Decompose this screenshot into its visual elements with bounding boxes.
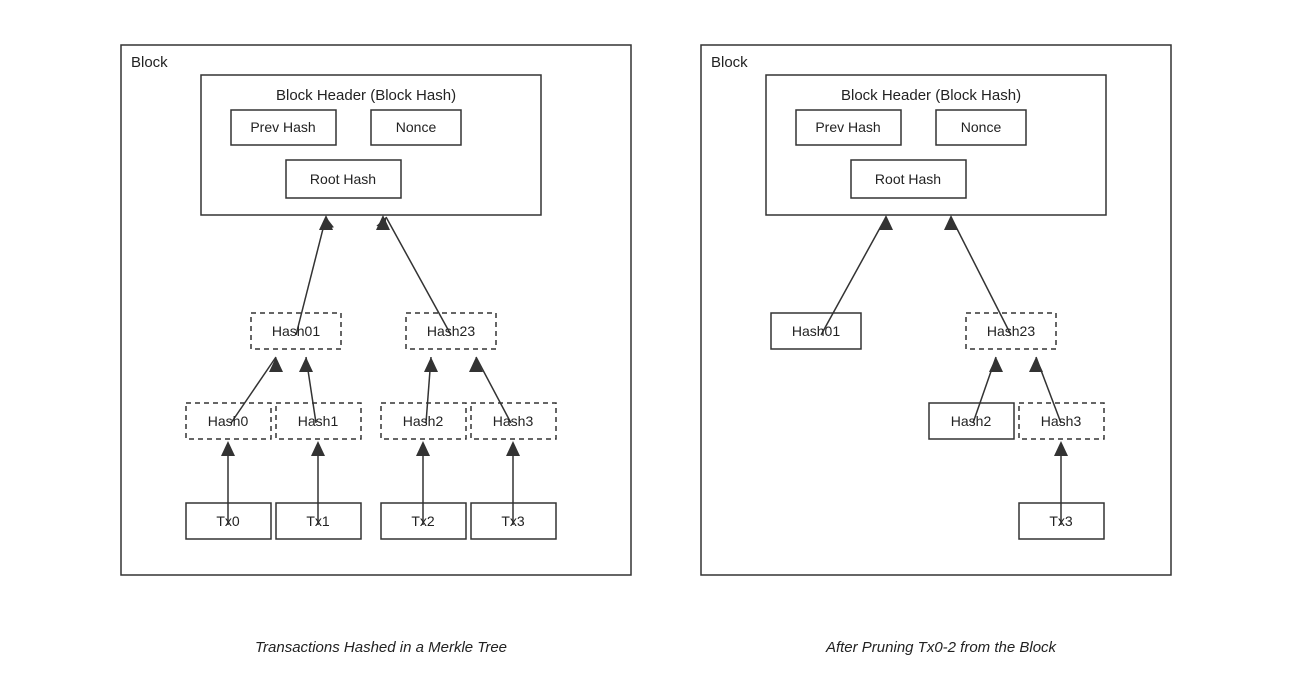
right-outer-border-svg: Block Block Header (Block Hash) Prev Has… <box>701 45 1181 625</box>
right-prev-hash: Prev Hash <box>815 119 880 135</box>
left-hash1: Hash1 <box>298 413 339 429</box>
left-block-label: Block <box>131 54 168 71</box>
right-tx3: Tx3 <box>1049 513 1073 529</box>
right-hash01: Hash01 <box>792 323 840 339</box>
right-hash2: Hash2 <box>951 413 992 429</box>
left-caption: Transactions Hashed in a Merkle Tree <box>255 639 507 656</box>
left-block-outer: Block Block Header (Block Hash) Prev Has… <box>121 45 641 625</box>
left-header-title: Block Header (Block Hash) <box>276 87 456 104</box>
right-hash3: Hash3 <box>1041 413 1082 429</box>
left-nonce: Nonce <box>396 119 437 135</box>
right-diagram: Block Block Header (Block Hash) Prev Has… <box>701 45 1181 656</box>
left-hash01: Hash01 <box>272 323 320 339</box>
left-hash0: Hash0 <box>208 413 249 429</box>
right-block-outer: Block Block Header (Block Hash) Prev Has… <box>701 45 1181 625</box>
left-tx0: Tx0 <box>216 513 240 529</box>
right-block-label: Block <box>711 54 748 71</box>
diagrams-container: Block Block Header (Block Hash) Prev Has… <box>81 25 1221 676</box>
right-root-hash: Root Hash <box>875 171 941 187</box>
left-tx1: Tx1 <box>306 513 330 529</box>
left-root-hash: Root Hash <box>310 171 376 187</box>
left-tx2: Tx2 <box>411 513 435 529</box>
right-hash23: Hash23 <box>987 323 1035 339</box>
right-nonce: Nonce <box>961 119 1002 135</box>
left-diagram: Block Block Header (Block Hash) Prev Has… <box>121 45 641 656</box>
right-header-title: Block Header (Block Hash) <box>841 87 1021 104</box>
right-caption: After Pruning Tx0-2 from the Block <box>826 639 1056 656</box>
left-tx3: Tx3 <box>501 513 525 529</box>
left-prev-hash: Prev Hash <box>250 119 315 135</box>
left-hash3: Hash3 <box>493 413 534 429</box>
left-hash2: Hash2 <box>403 413 444 429</box>
left-hash23: Hash23 <box>427 323 475 339</box>
left-outer-border-svg: Block Block Header (Block Hash) Prev Has… <box>121 45 641 625</box>
